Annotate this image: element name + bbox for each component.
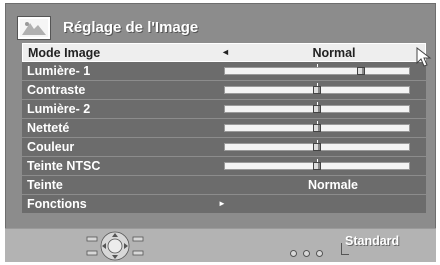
slider-thumb[interactable] (313, 124, 321, 132)
row-label: Lumière- 1 (27, 64, 91, 78)
slider-thumb[interactable] (313, 143, 321, 151)
row-label: Teinte NTSC (27, 159, 101, 173)
arrow-left-icon[interactable]: ◄ (221, 47, 230, 57)
row-label: Lumière- 2 (27, 102, 91, 116)
page-title: Réglage de l'Image (63, 19, 199, 36)
menu-row-teinte[interactable]: Teinte Normale (22, 176, 426, 195)
row-label: Fonctions (27, 197, 87, 211)
slider-track[interactable] (224, 102, 410, 113)
row-label: Mode Image (28, 46, 101, 60)
submenu-arrow-icon[interactable]: ► (218, 199, 226, 208)
footer-bar: Standard (5, 228, 436, 262)
menu-row-couleur[interactable]: Couleur (22, 138, 426, 157)
option-dots (290, 244, 329, 262)
slider-thumb[interactable] (313, 105, 321, 113)
menu-header: Réglage de l'Image (13, 10, 313, 42)
slider-thumb[interactable] (313, 86, 321, 94)
navigation-dpad-icon (86, 231, 144, 261)
mode-image-value: Normal (312, 46, 356, 60)
menu-row-teinte-ntsc[interactable]: Teinte NTSC (22, 157, 426, 176)
pointer-cursor-icon (416, 47, 432, 67)
row-label: Netteté (27, 121, 70, 135)
standard-label[interactable]: Standard (345, 234, 399, 248)
menu-row-lumiere-1[interactable]: Lumière- 1 (22, 62, 426, 81)
menu-row-lumiere-2[interactable]: Lumière- 2 (22, 100, 426, 119)
dot-indicator (290, 250, 297, 257)
dot-indicator (303, 250, 310, 257)
osd-screen: Réglage de l'Image Mode Image ◄ Normal ►… (0, 0, 440, 265)
menu-row-nettete[interactable]: Netteté (22, 119, 426, 138)
slider-thumb[interactable] (313, 162, 321, 170)
menu-row-contraste[interactable]: Contraste (22, 81, 426, 100)
slider-track[interactable] (224, 64, 410, 75)
settings-list: Mode Image ◄ Normal ► Lumière- 1 Contras… (22, 43, 426, 214)
slider-track[interactable] (224, 159, 410, 170)
row-label: Teinte (27, 178, 63, 192)
slider-track[interactable] (224, 140, 410, 151)
row-label: Couleur (27, 140, 75, 154)
slider-track[interactable] (224, 83, 410, 94)
slider-track[interactable] (224, 121, 410, 132)
teinte-value: Normale (307, 178, 359, 192)
slider-center-mark (317, 64, 318, 67)
row-label: Contraste (27, 83, 86, 97)
picture-settings-icon (18, 17, 50, 39)
slider-thumb[interactable] (357, 67, 365, 75)
menu-row-mode-image[interactable]: Mode Image ◄ Normal ► (22, 43, 426, 62)
menu-row-fonctions[interactable]: Fonctions ► (22, 195, 426, 214)
dot-indicator (316, 250, 323, 257)
